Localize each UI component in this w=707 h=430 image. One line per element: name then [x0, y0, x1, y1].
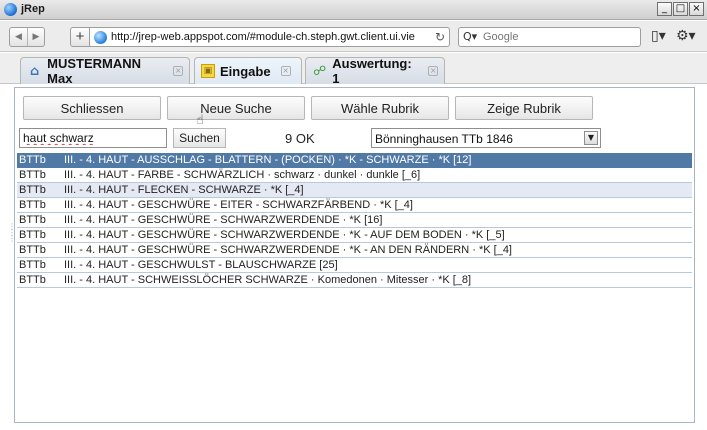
add-bookmark-button[interactable]: +: [70, 27, 90, 47]
rubric-selected-value: Bönninghausen TTb 1846: [375, 132, 513, 146]
window-controls: _ □ ×: [657, 2, 704, 16]
rubric-text: III. - 4. HAUT - GESCHWÜRE - SCHWARZWERD…: [64, 244, 512, 256]
list-item[interactable]: BTTb III. - 4. HAUT - GESCHWÜRE - EITER -…: [17, 198, 692, 213]
history-buttons: ◀ ▶: [9, 27, 45, 47]
rubric-select[interactable]: Bönninghausen TTb 1846 ▼: [371, 128, 601, 148]
window-titlebar: jRep _ □ ×: [0, 0, 707, 20]
list-item[interactable]: BTTb III. - 4. HAUT - GESCHWÜRE - SCHWARZ…: [17, 228, 692, 243]
maximize-button[interactable]: □: [673, 2, 688, 16]
web-search-input[interactable]: [483, 30, 633, 44]
list-item[interactable]: BTTb III. - 4. HAUT - SCHWEISSLÖCHER SCHW…: [17, 273, 692, 288]
rubric-text: III. - 4. HAUT - FLECKEN - SCHWARZE · *K…: [64, 184, 304, 196]
close-icon[interactable]: ×: [428, 66, 438, 76]
navigation-toolbar: ◀ ▶ + http://jrep-web.appspot.com/#modul…: [0, 21, 707, 52]
tab-bar: ⌂ MUSTERMANN Max × ▣ Eingabe × ☍ Auswert…: [0, 53, 707, 86]
query-input[interactable]: [19, 128, 167, 148]
tab-label: Eingabe: [220, 63, 271, 79]
new-search-button[interactable]: Neue Suche: [167, 96, 305, 120]
list-item[interactable]: BTTb III. - 4. HAUT - GESCHWÜRE - SCHWARZ…: [17, 213, 692, 228]
home-icon: ⌂: [29, 63, 40, 79]
url-text[interactable]: http://jrep-web.appspot.com/#module-ch.s…: [111, 31, 415, 43]
source-code: BTTb: [19, 244, 46, 256]
rubric-text: III. - 4. HAUT - FARBE - SCHWÄRZLICH · s…: [64, 169, 421, 181]
forward-button[interactable]: ▶: [27, 28, 44, 46]
list-item[interactable]: BTTb III. - 4. HAUT - GESCHWULST - BLAUSC…: [17, 258, 692, 273]
input-icon: ▣: [201, 64, 215, 78]
result-status: 9 OK: [285, 131, 315, 146]
rubric-text: III. - 4. HAUT - GESCHWÜRE - SCHWARZWERD…: [64, 229, 505, 241]
globe-icon: [94, 31, 107, 44]
close-icon[interactable]: ×: [280, 66, 291, 76]
tab-auswertung[interactable]: ☍ Auswertung: 1 ×: [305, 56, 445, 86]
tab-label: MUSTERMANN Max: [47, 56, 142, 86]
tab-label: Auswertung: 1: [332, 56, 412, 86]
close-button[interactable]: Schliessen: [23, 96, 161, 120]
tab-mustermann[interactable]: ⌂ MUSTERMANN Max ×: [20, 56, 190, 86]
rubric-text: III. - 4. HAUT - GESCHWÜRE - SCHWARZWERD…: [64, 214, 383, 226]
list-item[interactable]: BTTb III. - 4. HAUT - FARBE - SCHWÄRZLICH…: [17, 168, 692, 183]
source-code: BTTb: [19, 214, 46, 226]
rubric-text: III. - 4. HAUT - GESCHWULST - BLAUSCHWAR…: [64, 259, 338, 271]
dropdown-arrow-icon[interactable]: ▼: [584, 131, 598, 145]
search-button[interactable]: Suchen: [173, 128, 226, 148]
network-icon: ☍: [313, 63, 327, 79]
rubric-text: III. - 4. HAUT - SCHWEISSLÖCHER SCHWARZE…: [64, 274, 472, 286]
choose-rubric-button[interactable]: Wähle Rubrik: [311, 96, 449, 120]
list-item[interactable]: BTTb III. - 4. HAUT - AUSSCHLAG - BLATTER…: [17, 153, 692, 168]
source-code: BTTb: [19, 184, 46, 196]
source-code: BTTb: [19, 199, 46, 211]
action-toolbar: Schliessen Neue Suche Wähle Rubrik Zeige…: [23, 96, 593, 120]
hand-cursor-icon: ☝: [196, 113, 204, 128]
source-code: BTTb: [19, 229, 46, 241]
rubric-text: III. - 4. HAUT - GESCHWÜRE - EITER - SCH…: [64, 199, 413, 211]
app-icon: [4, 3, 17, 16]
gear-icon[interactable]: ⚙▾: [676, 28, 696, 44]
source-code: BTTb: [19, 274, 46, 286]
splitter-handle[interactable]: ⋮ ⋮ ⋮: [8, 223, 16, 260]
close-icon[interactable]: ×: [173, 66, 184, 76]
address-bar[interactable]: http://jrep-web.appspot.com/#module-ch.s…: [89, 27, 450, 47]
close-window-button[interactable]: ×: [689, 2, 704, 16]
back-button[interactable]: ◀: [10, 28, 27, 46]
web-search-box[interactable]: Q▾: [458, 27, 641, 47]
minimize-button[interactable]: _: [657, 2, 672, 16]
reload-icon[interactable]: ↻: [435, 30, 445, 44]
rubric-text: III. - 4. HAUT - AUSSCHLAG - BLATTERN - …: [64, 154, 472, 166]
source-code: BTTb: [19, 259, 46, 271]
window-title: jRep: [21, 3, 45, 15]
list-item[interactable]: BTTb III. - 4. HAUT - FLECKEN - SCHWARZE …: [17, 183, 692, 198]
search-panel: Schliessen Neue Suche Wähle Rubrik Zeige…: [14, 87, 695, 423]
tab-eingabe[interactable]: ▣ Eingabe ×: [194, 57, 302, 84]
list-item[interactable]: BTTb III. - 4. HAUT - GESCHWÜRE - SCHWARZ…: [17, 243, 692, 258]
results-list: BTTb III. - 4. HAUT - AUSSCHLAG - BLATTER…: [17, 153, 692, 288]
source-code: BTTb: [19, 154, 46, 166]
source-code: BTTb: [19, 169, 46, 181]
page-menu-icon[interactable]: ▯▾: [651, 28, 666, 44]
search-engine-icon[interactable]: Q▾: [463, 30, 477, 43]
search-row: Suchen 9 OK Bönninghausen TTb 1846 ▼: [19, 128, 689, 150]
show-rubric-button[interactable]: Zeige Rubrik: [455, 96, 593, 120]
